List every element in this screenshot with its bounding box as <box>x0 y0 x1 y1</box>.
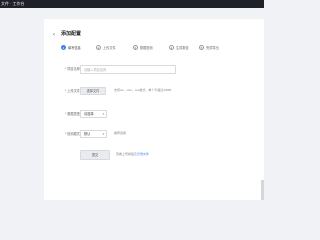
chevron-left-icon[interactable]: ‹ <box>53 32 55 38</box>
file-label: * 上传文件 <box>65 89 80 93</box>
step-3[interactable]: 3 数据检测 <box>133 44 153 51</box>
left-margin <box>0 8 44 200</box>
step-number: 3 <box>133 45 138 50</box>
mode-select[interactable]: 默认 ▾ <box>80 130 107 138</box>
footer-hint: 查看上传模板及示例文件 <box>116 152 149 157</box>
step-label: 数据检测 <box>140 46 153 50</box>
step-label: 填写信息 <box>68 46 81 50</box>
name-input[interactable]: 请输入项目名称 <box>80 65 176 74</box>
step-4[interactable]: 4 生成报告 <box>169 44 189 51</box>
step-number: 2 <box>96 45 101 50</box>
page-title: 添加配置 <box>61 31 82 37</box>
step-label: 生成报告 <box>176 46 189 50</box>
scrollbar[interactable] <box>261 180 264 200</box>
step-label: 上传文件 <box>103 46 116 50</box>
step-number: 4 <box>169 45 174 50</box>
stepper: 1 填写信息 2 上传文件 3 数据检测 4 生成报告 5 完成导出 <box>61 44 261 51</box>
mode-value: 默认 <box>84 132 91 136</box>
footer-hint-text: 查看上传模板及 <box>116 152 138 156</box>
chevron-down-icon: ▾ <box>102 112 104 116</box>
name-label: * 项目名称 <box>65 67 80 71</box>
step-number: 1 <box>61 45 66 50</box>
window-title: 文件 · 工作台 <box>1 1 25 6</box>
mode-hint: 推荐选择 <box>114 131 127 135</box>
submit-button[interactable]: 提交 <box>80 150 110 160</box>
type-select[interactable]: 请选择 ▾ <box>80 110 107 118</box>
chevron-down-icon: ▾ <box>102 132 104 136</box>
step-label: 完成导出 <box>206 46 219 50</box>
sample-file-link[interactable]: 示例文件 <box>137 152 149 156</box>
file-hint: 支持xls、xlsx、csv格式，单个不超过10MB <box>114 88 172 92</box>
choose-file-button[interactable]: 选择文件 <box>80 87 106 95</box>
step-number: 5 <box>199 45 204 50</box>
form-card: ‹ 添加配置 1 填写信息 2 上传文件 3 数据检测 4 生成报告 5 完成导… <box>44 19 264 200</box>
type-value: 请选择 <box>84 112 94 116</box>
name-placeholder: 请输入项目名称 <box>84 68 107 72</box>
title-bar: 文件 · 工作台 <box>0 0 264 8</box>
step-5[interactable]: 5 完成导出 <box>199 44 219 51</box>
mode-label: * 检测模式 <box>65 132 80 136</box>
step-1[interactable]: 1 填写信息 <box>61 44 81 51</box>
step-2[interactable]: 2 上传文件 <box>96 44 116 51</box>
type-label: * 数据类型 <box>65 112 80 116</box>
